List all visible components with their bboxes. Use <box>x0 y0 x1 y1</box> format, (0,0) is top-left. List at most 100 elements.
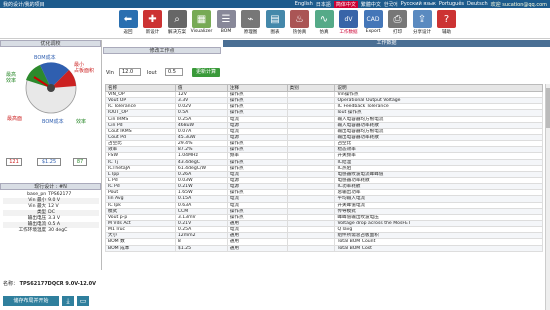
design-name: TPS62177DQCR 9.0V-12.0V <box>19 281 96 287</box>
table-cell: Total BOM Cost <box>334 244 543 252</box>
toolbar-button[interactable]: ☰ BOM <box>215 10 237 37</box>
work-data-header: 工作数据 <box>223 40 550 47</box>
toolbar-button[interactable]: ▤ 图表 <box>264 10 286 37</box>
column-header[interactable]: 说明 <box>334 84 543 92</box>
work-data-table: 名称值注释 类别 说明 VIN_OP 12V 操作点 Vin操作点 Vout OP 3.3V 操… <box>105 84 543 252</box>
toolbar-label: 原理图 <box>243 30 258 35</box>
toolbar-button[interactable]: ⬅ 返回 <box>117 10 139 37</box>
cost-value-label: BOM成本 <box>42 118 64 125</box>
table-cell: BOM 成本 <box>105 244 176 252</box>
toolbar-button[interactable]: ⇪ 分享设计 <box>411 10 433 37</box>
footprint-value-label: 最高面 <box>7 115 22 122</box>
toolbar-button[interactable]: CAD Export <box>362 10 384 37</box>
efficiency-label: 最高 <box>6 71 16 78</box>
back-arrow-icon: ⬅ <box>118 10 138 28</box>
column-header[interactable]: 类别 <box>286 84 336 92</box>
table-scrollbar[interactable] <box>545 84 550 310</box>
toolbar-label: 分享设计 <box>413 30 431 35</box>
optimize-header: 优化调校 <box>0 40 101 47</box>
table-cell <box>286 244 336 252</box>
toolbar-label: BOM <box>220 29 232 34</box>
toolbar-button[interactable]: ⎙ 打印 <box>387 10 409 37</box>
thermal-sim-icon: ♨ <box>290 10 309 28</box>
iout-input[interactable]: 0.5 <box>165 68 183 76</box>
content-area: 修改工作点 Vin 12.0 Iout 0.5 更新计算 工作数据 名称值注释类… <box>103 40 550 310</box>
scrollbar-thumb[interactable] <box>546 88 550 128</box>
top-bar: 我的设计/我的项目 English 日本語 简体中文 繁體中文 한국어 Русский я… <box>0 0 550 8</box>
chart-icon: ▤ <box>265 10 285 28</box>
eff-value-label: 效率 <box>76 118 86 125</box>
breadcrumb[interactable]: 我的设计/我的项目 <box>3 1 45 8</box>
optimizer-dial[interactable]: 最高 效率 BOM成本 最小 占板面积 最高面 BOM成本 效率 <box>4 50 98 142</box>
toolbar-button[interactable]: ▦ Visualizer <box>191 10 213 37</box>
iout-label: Iout <box>147 70 157 76</box>
print-icon: ⎙ <box>388 10 407 28</box>
language-option[interactable]: English <box>295 1 313 7</box>
column-header[interactable]: 值 <box>174 84 228 92</box>
current-project-header: 现行设计 : #N <box>0 183 101 190</box>
folder-icon: ▭ <box>79 297 87 305</box>
bom-list-icon: ☰ <box>216 10 236 28</box>
toolbar-button[interactable]: ⌕ 解决方案 <box>166 10 188 37</box>
left-panel: 优化调校 最高 效率 BOM成本 最小 占板面积 最高面 BOM成本 效率 12… <box>0 40 102 306</box>
toolbar-label: Export <box>365 29 381 34</box>
toolbar-label: 仿真 <box>319 30 329 35</box>
new-design-icon: ✚ <box>143 10 162 28</box>
work-data-icon: dV <box>339 10 358 28</box>
language-selector: English 日本語 简体中文 繁體中文 한국어 Русский язык Portugu… <box>295 0 547 8</box>
toolbar-label: 热仿真 <box>292 30 307 35</box>
table-cell: $1.25 <box>174 244 228 252</box>
language-option[interactable]: 日本語 <box>316 1 331 8</box>
param-row: 工作环境温度 30 degC <box>3 228 99 234</box>
name-row: 名称： TPS62177DQCR 9.0V-12.0V <box>3 280 96 287</box>
table-cell: 通用 <box>226 244 288 252</box>
toolbar-label: 解决方案 <box>168 30 186 35</box>
param-key: 工作环境温度 <box>18 228 47 233</box>
svg-text:占板面积: 占板面积 <box>74 67 94 74</box>
param-value: 30 degC <box>48 228 68 233</box>
toolbar-label: 工作数据 <box>339 30 358 35</box>
vin-input[interactable]: 12.0 <box>119 68 141 76</box>
download-icon: ⤓ <box>66 297 70 305</box>
language-option[interactable]: 한국어 <box>384 1 398 8</box>
schematic-icon: ⌁ <box>241 10 260 28</box>
toolbar-button[interactable]: ∿ 仿真 <box>313 10 335 37</box>
footprint-label: 最小 <box>74 61 84 68</box>
column-header[interactable]: 注释 <box>226 84 288 92</box>
toolbar-button[interactable]: dV 工作数据 <box>338 10 360 37</box>
design-params-table: base_pn TPS62177 Vin 最小 9.0 V Vin 最大 12 V 类型 DC… <box>3 192 99 234</box>
language-option[interactable]: Deutsch <box>467 1 488 7</box>
save-layout-button[interactable]: 储存布局并开始 <box>3 296 59 306</box>
modify-header: 修改工作点 <box>103 47 221 54</box>
vin-label: Vin <box>106 70 114 76</box>
name-label: 名称： <box>3 281 19 287</box>
language-option[interactable]: Português <box>439 1 464 7</box>
update-button[interactable]: 更新计算 <box>192 68 220 77</box>
work-data-table-wrap: 名称值注释 类别 说明 VIN_OP 12V 操作点 Vin操作点 Vout OP 3.3V 操… <box>105 84 543 310</box>
table-row[interactable]: BOM 成本 $1.25 通用 Total BOM Cost <box>105 244 543 252</box>
welcome-user[interactable]: 欢迎 sucation@qq.com <box>491 1 547 8</box>
svg-text:效率: 效率 <box>6 77 16 84</box>
efficiency-value: 87 <box>73 158 87 166</box>
column-header[interactable]: 名称 <box>105 84 176 92</box>
toolbar-button[interactable]: ⌁ 原理图 <box>240 10 262 37</box>
open-button[interactable]: ▭ <box>77 296 89 306</box>
toolbar-label: 返回 <box>123 30 133 35</box>
dial-knob <box>47 84 55 92</box>
help-icon: ? <box>437 10 456 28</box>
toolbar-button[interactable]: ✚ 新设计 <box>142 10 164 37</box>
share-design-icon: ⇪ <box>412 10 432 28</box>
language-option[interactable]: Русский язык <box>401 1 436 7</box>
language-option[interactable]: 繁體中文 <box>361 1 381 8</box>
language-option[interactable]: 简体中文 <box>333 0 358 8</box>
toolbar-label: 辅助 <box>442 30 451 35</box>
cost-value: $1.25 <box>37 158 61 166</box>
table-header-row: 名称值注释 类别 说明 <box>105 84 543 92</box>
toolbar-button[interactable]: ♨ 热仿真 <box>289 10 311 37</box>
toolbar-label: Visualizer <box>190 29 213 34</box>
toolbar-label: 图表 <box>270 30 280 35</box>
toolbar-label: 打印 <box>393 30 402 35</box>
bom-cost-label: BOM成本 <box>34 54 56 61</box>
export-button[interactable]: ⤓ <box>62 296 74 306</box>
toolbar-button[interactable]: ? 辅助 <box>436 10 458 37</box>
